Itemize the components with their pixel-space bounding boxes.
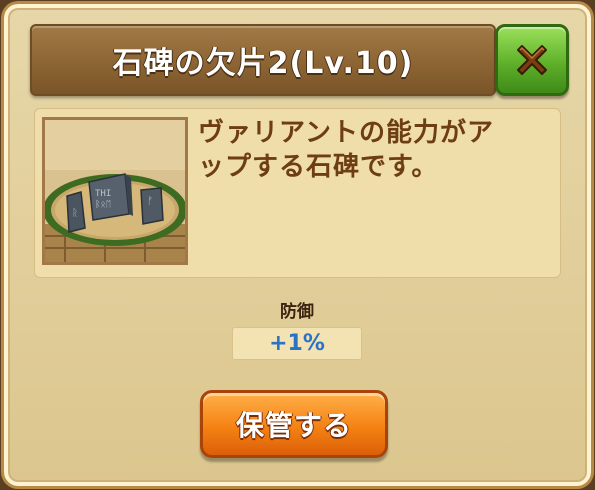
dialog-title: 石碑の欠片2(Lv.10) [112,46,414,81]
stone-monument-icon: ᚱ THI ᛒᛟᛖ ᚠ [45,120,185,262]
stat-value: +1% [232,327,362,360]
stat-label: 防御 [280,302,314,322]
close-x-icon [517,45,547,75]
close-button[interactable] [495,24,569,96]
svg-text:THI: THI [95,189,111,199]
item-description: ヴァリアントの能力がア ップする石碑です。 [198,116,553,184]
title-bar: 石碑の欠片2(Lv.10) [30,24,496,96]
svg-text:ᚠ: ᚠ [147,196,153,207]
description-line-1: ヴァリアントの能力がア [198,118,494,148]
store-button[interactable]: 保管する [200,390,388,458]
svg-text:ᛒᛟᛖ: ᛒᛟᛖ [95,199,111,210]
svg-text:ᚱ: ᚱ [72,208,78,219]
item-image: ᚱ THI ᛒᛟᛖ ᚠ [42,117,188,265]
description-line-2: ップする石碑です。 [198,152,439,182]
